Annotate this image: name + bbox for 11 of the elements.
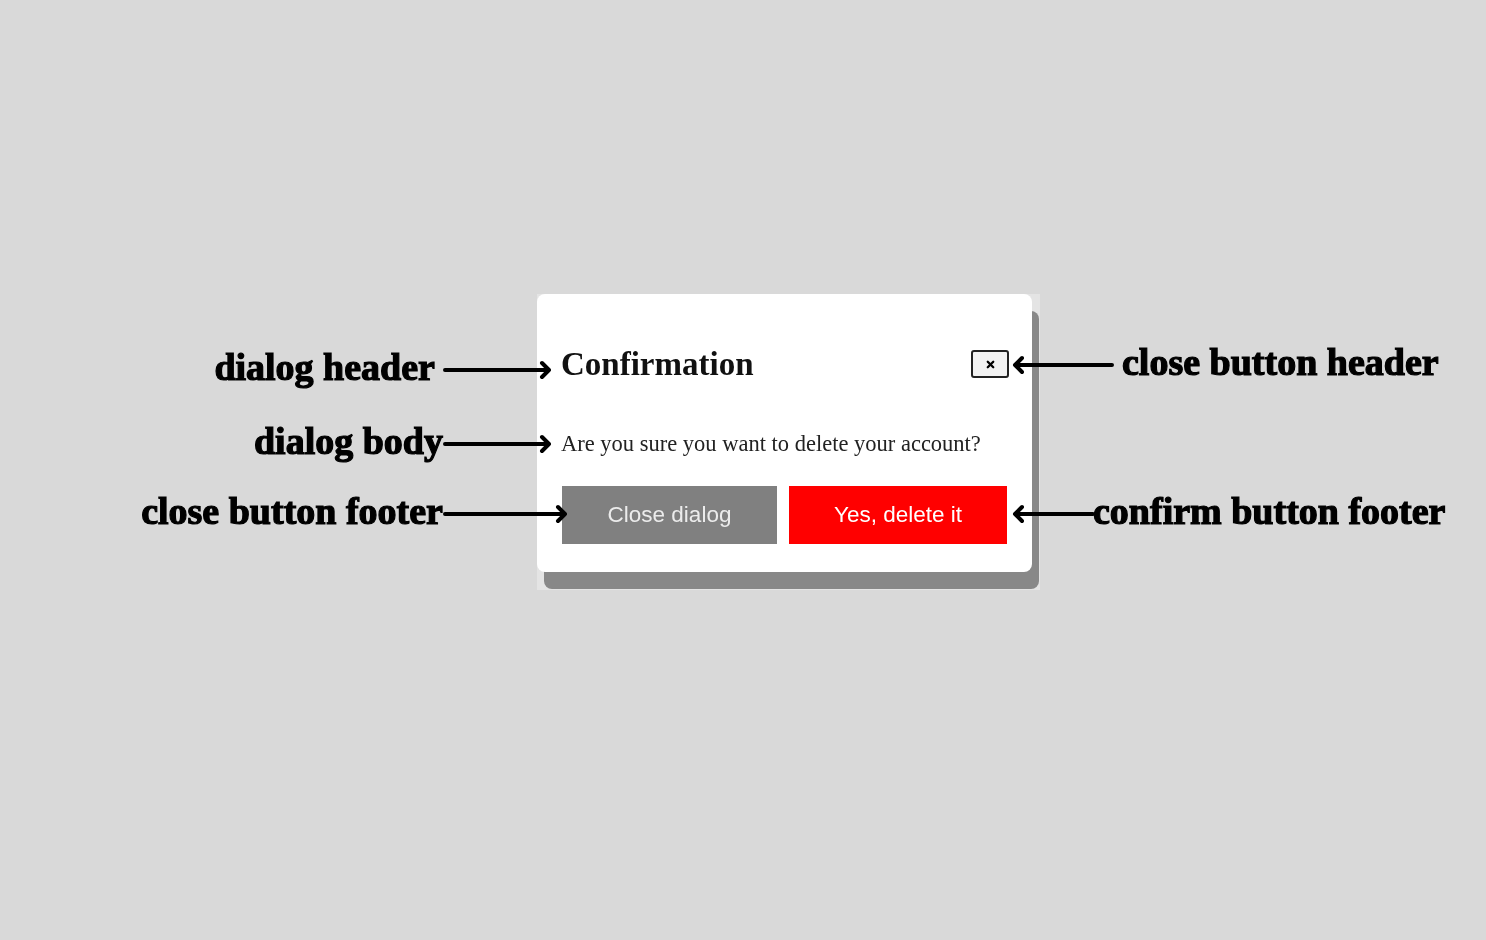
close-dialog-button[interactable]: Close dialog <box>562 486 777 544</box>
annotation-label: dialog header <box>214 345 435 390</box>
annotation-label: close button footer <box>141 489 443 534</box>
annotation-label: close button header <box>1122 340 1439 385</box>
close-icon <box>984 358 996 370</box>
close-button[interactable] <box>971 350 1009 378</box>
dialog-title: Confirmation <box>561 345 754 384</box>
annotation-label: confirm button footer <box>1093 489 1446 534</box>
dialog-message: Are you sure you want to delete your account? <box>561 430 982 458</box>
annotation-label: dialog body <box>253 419 443 464</box>
delete-button[interactable]: Yes, delete it <box>789 486 1007 544</box>
